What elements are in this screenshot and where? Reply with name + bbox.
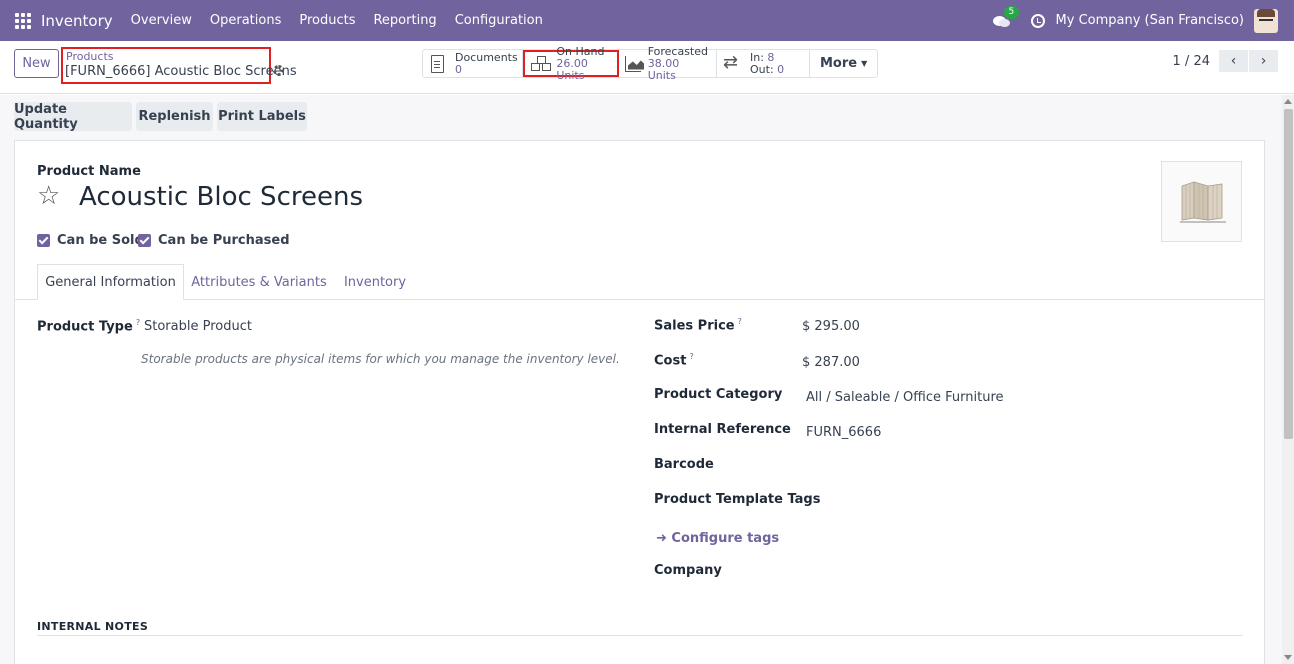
product-type-help-text: Storable products are physical items for…: [141, 352, 620, 366]
in-out-smart-button[interactable]: In: 8 Out: 0: [717, 50, 810, 77]
product-type-select[interactable]: Storable Product: [144, 319, 252, 334]
new-button[interactable]: New: [14, 49, 59, 78]
cost-help-icon[interactable]: ?: [689, 352, 693, 361]
tab-inventory[interactable]: Inventory: [335, 264, 415, 300]
can-be-purchased-label: Can be Purchased: [158, 233, 290, 248]
menu-operations[interactable]: Operations: [210, 13, 281, 28]
form-sheet: Product Name ☆ Acoustic Bloc Screens Can…: [14, 140, 1265, 664]
pager-next-button[interactable]: ›: [1249, 50, 1278, 72]
barcode-label: Barcode: [654, 457, 714, 472]
chevron-left-icon: ‹: [1230, 53, 1237, 69]
more-label: More: [820, 56, 858, 71]
breadcrumb-products-link[interactable]: Products: [66, 50, 114, 63]
scroll-up-arrow-icon[interactable]: [1284, 99, 1292, 104]
gear-icon[interactable]: [273, 65, 284, 76]
update-quantity-button[interactable]: Update Quantity: [14, 102, 132, 132]
can-be-purchased-option[interactable]: Can be Purchased: [138, 233, 290, 248]
internal-notes-heading: INTERNAL NOTES: [37, 620, 149, 633]
product-name-field[interactable]: Acoustic Bloc Screens: [79, 182, 363, 212]
configure-tags-link[interactable]: ➜ Configure tags: [656, 531, 779, 546]
can-be-purchased-checkbox[interactable]: [138, 234, 151, 247]
cost-field[interactable]: $ 287.00: [802, 355, 860, 370]
on-hand-smart-button[interactable]: On Hand 26.00 Units: [523, 45, 619, 81]
sales-price-label: Sales Price?: [654, 317, 742, 334]
control-panel: New Products [FURN_6666] Acoustic Bloc S…: [0, 41, 1294, 94]
forecasted-value: 38.00 Units: [647, 56, 680, 82]
form-content-area: Update Quantity Replenish Print Labels P…: [0, 95, 1294, 664]
product-category-label: Product Category: [654, 387, 783, 402]
breadcrumb: Products [FURN_6666] Acoustic Bloc Scree…: [61, 47, 297, 84]
menu-configuration[interactable]: Configuration: [455, 13, 543, 28]
forecasted-smart-button[interactable]: Forecasted 38.00 Units: [619, 45, 717, 81]
documents-count: 0: [455, 62, 462, 76]
internal-notes-divider: [37, 635, 1243, 636]
pager-previous-button[interactable]: ‹: [1219, 50, 1248, 72]
internal-reference-field[interactable]: FURN_6666: [806, 425, 881, 440]
product-template-tags-label: Product Template Tags: [654, 492, 821, 507]
product-category-field[interactable]: All / Saleable / Office Furniture: [806, 390, 1004, 405]
activity-clock-icon[interactable]: [1030, 13, 1045, 28]
product-type-label: Product Type?: [37, 318, 141, 335]
smart-buttons-bar: Documents 0 On Hand 26.00 Units Forecast…: [422, 45, 879, 81]
star-icon[interactable]: ☆: [37, 181, 60, 211]
out-value: 0: [777, 62, 785, 76]
breadcrumb-current-record: [FURN_6666] Acoustic Bloc Screens: [65, 64, 297, 79]
internal-reference-label: Internal Reference: [654, 422, 791, 437]
documents-smart-button[interactable]: Documents 0: [423, 50, 523, 77]
on-hand-label: On Hand: [556, 44, 605, 58]
acoustic-screen-image: [1180, 181, 1226, 223]
cubes-icon: [531, 55, 551, 72]
tab-attributes-variants[interactable]: Attributes & Variants: [190, 264, 328, 300]
sales-price-field[interactable]: $ 295.00: [802, 319, 860, 334]
product-image[interactable]: [1161, 161, 1242, 242]
apps-grid-icon[interactable]: [15, 12, 31, 29]
exchange-arrows-icon: [723, 52, 743, 73]
tab-general-information[interactable]: General Information: [37, 264, 184, 300]
can-be-sold-option[interactable]: Can be Sold: [37, 233, 144, 248]
pager-value[interactable]: 1 / 24: [1173, 54, 1210, 69]
top-navbar: Inventory Overview Operations Products R…: [0, 0, 1294, 41]
can-be-sold-checkbox[interactable]: [37, 234, 50, 247]
pager: 1 / 24 ‹ ›: [1173, 50, 1278, 72]
area-chart-icon: [625, 55, 641, 72]
chevron-right-icon: ›: [1260, 53, 1267, 69]
menu-products[interactable]: Products: [299, 13, 355, 28]
scroll-down-arrow-icon[interactable]: [1284, 655, 1292, 660]
sales-price-help-icon[interactable]: ?: [738, 317, 742, 326]
more-dropdown-button[interactable]: More ▼: [810, 50, 877, 77]
print-labels-button[interactable]: Print Labels: [217, 102, 307, 131]
product-name-label: Product Name: [37, 164, 141, 179]
messages-icon[interactable]: 5: [992, 5, 1020, 28]
on-hand-value: 26.00 Units: [556, 56, 588, 82]
product-type-help-icon[interactable]: ?: [136, 318, 140, 327]
company-label: Company: [654, 563, 722, 578]
can-be-sold-label: Can be Sold: [57, 233, 144, 248]
document-icon: [429, 54, 448, 73]
vertical-scrollbar[interactable]: [1282, 95, 1294, 664]
messages-count-badge: 5: [1003, 5, 1020, 19]
caret-down-icon: ▼: [861, 59, 868, 68]
scrollbar-thumb[interactable]: [1284, 109, 1293, 439]
replenish-button[interactable]: Replenish: [136, 102, 213, 131]
app-name[interactable]: Inventory: [41, 12, 113, 30]
out-label: Out:: [750, 62, 774, 76]
form-tabs: General Information Attributes & Variant…: [15, 264, 1264, 300]
documents-label: Documents: [455, 50, 518, 64]
cost-label: Cost?: [654, 352, 694, 369]
menu-reporting[interactable]: Reporting: [373, 13, 436, 28]
user-avatar[interactable]: [1254, 8, 1278, 33]
forecasted-label: Forecasted: [647, 44, 708, 58]
menu-overview[interactable]: Overview: [131, 13, 192, 28]
company-switcher[interactable]: My Company (San Francisco): [1056, 13, 1244, 28]
